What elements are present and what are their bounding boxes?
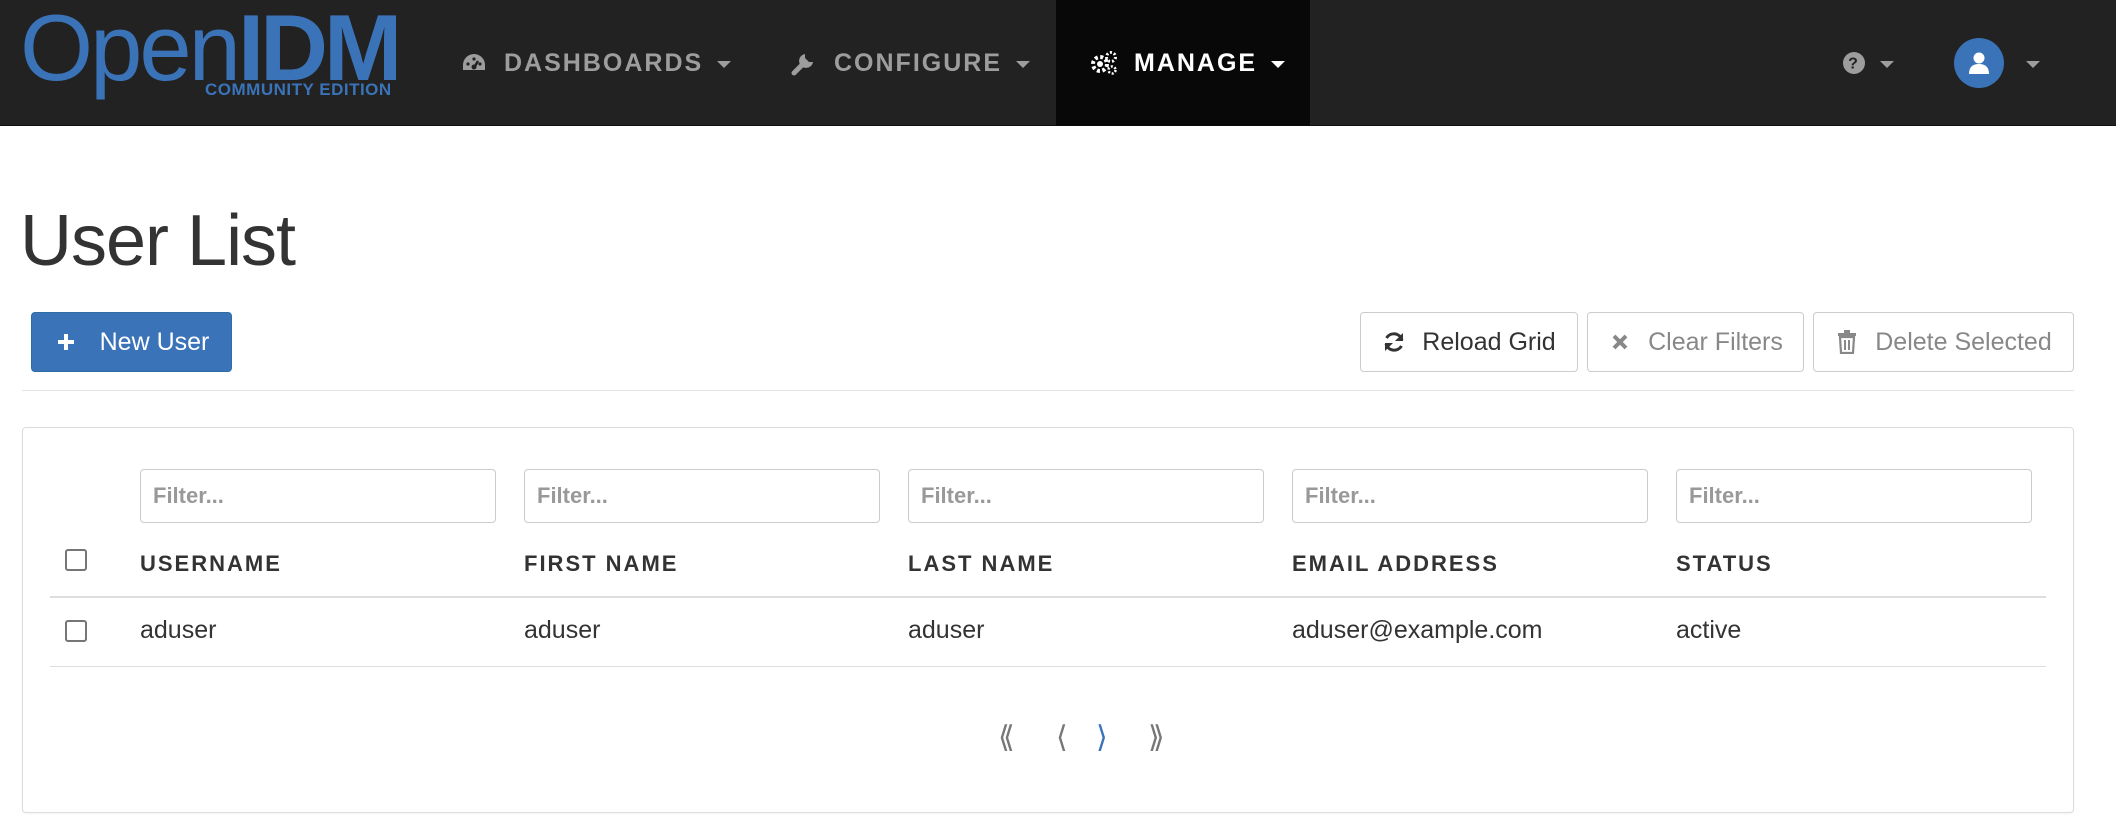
question-circle-icon: ? — [1842, 51, 1866, 75]
nav-help-menu[interactable]: ? — [1842, 0, 1894, 126]
nav-dashboards-menu[interactable]: DASHBOARDS — [460, 0, 732, 126]
refresh-icon — [1382, 330, 1406, 354]
pager-prev-button[interactable]: ⟨ — [1056, 718, 1068, 758]
cell-status: active — [1676, 616, 1742, 644]
row-divider — [50, 666, 2046, 667]
header-divider — [50, 596, 2046, 598]
toolbar-divider — [22, 390, 2074, 391]
gears-icon — [1090, 49, 1118, 77]
column-header-status[interactable]: STATUS — [1676, 551, 1773, 577]
chevron-down-icon — [1016, 60, 1030, 68]
column-header-first-name[interactable]: FIRST NAME — [524, 551, 678, 577]
reload-grid-button[interactable]: Reload Grid — [1360, 312, 1578, 372]
column-header-email[interactable]: EMAIL ADDRESS — [1292, 551, 1499, 577]
plus-icon — [54, 330, 78, 354]
cell-email: aduser@example.com — [1292, 616, 1543, 644]
row-select-checkbox[interactable] — [65, 620, 87, 642]
chevron-down-icon — [717, 60, 732, 68]
cell-last-name: aduser — [908, 616, 985, 644]
cell-username: aduser — [140, 616, 217, 644]
pager-next-button[interactable]: ⟩ — [1096, 718, 1108, 758]
nav-dashboards-label: DASHBOARDS — [504, 48, 704, 77]
filter-email-input[interactable] — [1292, 469, 1648, 523]
filter-status-input[interactable] — [1676, 469, 2032, 523]
user-avatar-icon — [1954, 38, 2004, 88]
close-icon — [1608, 330, 1632, 354]
column-header-last-name[interactable]: LAST NAME — [908, 551, 1054, 577]
reload-grid-label: Reload Grid — [1422, 327, 1556, 356]
delete-selected-label: Delete Selected — [1875, 327, 2052, 356]
dashboard-gauge-icon — [460, 49, 488, 77]
trash-icon — [1835, 330, 1859, 354]
chevron-down-icon — [1271, 60, 1286, 68]
column-header-username[interactable]: USERNAME — [140, 551, 282, 577]
new-user-label: New User — [99, 327, 210, 356]
pager-last-button[interactable]: ⟫ — [1148, 718, 1165, 758]
new-user-button[interactable]: New User — [31, 312, 232, 372]
chevron-down-icon — [2026, 60, 2040, 68]
pager-first-button[interactable]: ⟪ — [998, 718, 1015, 758]
svg-text:?: ? — [1848, 56, 1860, 73]
clear-filters-button[interactable]: Clear Filters — [1587, 312, 1804, 372]
filter-first-name-input[interactable] — [524, 469, 880, 523]
delete-selected-button[interactable]: Delete Selected — [1813, 312, 2074, 372]
cell-first-name: aduser — [524, 616, 601, 644]
select-all-checkbox[interactable] — [65, 549, 87, 571]
top-navbar: Open IDM COMMUNITY EDITION DASHBOARDS CO… — [0, 0, 2116, 126]
nav-configure-menu[interactable]: CONFIGURE — [790, 0, 1030, 126]
filter-last-name-input[interactable] — [908, 469, 1264, 523]
nav-manage-menu[interactable]: MANAGE — [1056, 0, 1310, 126]
page-title: User List — [20, 201, 296, 281]
chevron-down-icon — [1880, 60, 1894, 68]
clear-filters-label: Clear Filters — [1648, 327, 1783, 356]
nav-configure-label: CONFIGURE — [834, 48, 1002, 77]
filter-username-input[interactable] — [140, 469, 496, 523]
nav-manage-label: MANAGE — [1134, 48, 1258, 77]
wrench-icon — [790, 49, 818, 77]
logo-edition-text: COMMUNITY EDITION — [205, 80, 392, 99]
nav-user-menu[interactable] — [1954, 0, 2040, 126]
openidm-logo[interactable]: Open IDM COMMUNITY EDITION — [20, 0, 410, 102]
